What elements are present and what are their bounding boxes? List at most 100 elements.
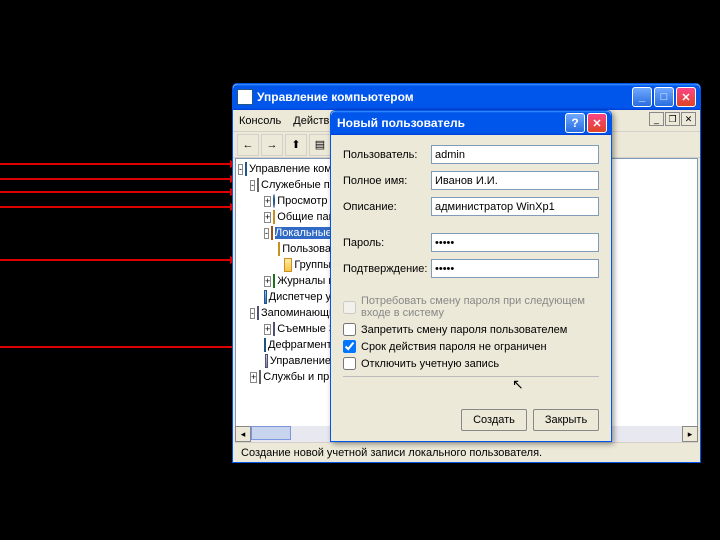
tree-item-label: Локальные [275, 227, 331, 239]
tree-item-label: Запоминающие [261, 307, 331, 319]
folder-icon [278, 242, 280, 256]
create-button[interactable]: Создать [461, 409, 527, 431]
statusbar: Создание новой учетной записи локального… [235, 442, 698, 462]
maximize-button[interactable]: □ [654, 87, 674, 107]
mdi-minimize[interactable]: _ [649, 112, 664, 126]
mdi-close[interactable]: ✕ [681, 112, 696, 126]
disk-icon [257, 306, 259, 320]
tree-item[interactable]: -Служебные про [236, 177, 331, 193]
window-title: Управление компьютером [257, 90, 632, 104]
neverexpires-row[interactable]: Срок действия пароля не ограничен [343, 340, 599, 353]
close-dlg-button[interactable]: Закрыть [533, 409, 599, 431]
confirm-label: Подтверждение: [343, 263, 431, 275]
expand-toggle[interactable]: + [264, 196, 271, 207]
cannotchange-row[interactable]: Запретить смену пароля пользователем [343, 323, 599, 336]
password-label: Пароль: [343, 237, 431, 249]
menu-action[interactable]: Действ [293, 115, 329, 127]
disabled-row[interactable]: Отключить учетную запись [343, 357, 599, 370]
tree-item-label: Съемные ЗУ [277, 323, 331, 335]
arrow-line [0, 259, 232, 261]
tree-panel[interactable]: -Управление компь-Служебные про+Просмотр… [236, 159, 331, 433]
scroll-right2[interactable]: ▸ [682, 426, 698, 442]
arrow-line [0, 163, 232, 165]
arrow-line [0, 206, 232, 208]
expand-toggle[interactable]: - [238, 164, 243, 175]
up-button[interactable]: ⬆ [285, 134, 307, 156]
tree-item[interactable]: Пользова [236, 241, 331, 257]
mdi-restore[interactable]: ❐ [665, 112, 680, 126]
book-icon [273, 274, 275, 288]
disabled-checkbox[interactable] [343, 357, 356, 370]
mag-icon [273, 194, 275, 208]
tree-item-label: Дефрагмент [268, 339, 331, 351]
tools-icon [257, 178, 259, 192]
tree-item[interactable]: Диспетчер у [236, 289, 331, 305]
scroll-thumb[interactable] [251, 426, 291, 440]
help-button[interactable]: ? [565, 113, 585, 133]
tree-item[interactable]: +Общие папк [236, 209, 331, 225]
tree-item-label: Журналы и [277, 275, 331, 287]
expand-toggle[interactable]: + [250, 372, 257, 383]
minimize-button[interactable]: _ [632, 87, 652, 107]
expand-toggle[interactable]: - [264, 228, 269, 239]
neverexpires-checkbox[interactable] [343, 340, 356, 353]
fullname-input[interactable] [431, 171, 599, 190]
tree-item[interactable]: Группы [236, 257, 331, 273]
expand-toggle[interactable]: + [264, 276, 271, 287]
tree-item-label: Служебные про [261, 179, 331, 191]
user-input[interactable] [431, 145, 599, 164]
tree-item[interactable]: Дефрагмент [236, 337, 331, 353]
separator [343, 376, 599, 377]
expand-toggle[interactable]: - [250, 308, 255, 319]
folder-icon [284, 258, 292, 272]
expand-toggle[interactable]: + [264, 212, 271, 223]
tree-item[interactable]: + Журналы и [236, 273, 331, 289]
disk-icon [273, 322, 275, 336]
tree-item[interactable]: + Съемные ЗУ [236, 321, 331, 337]
expand-toggle[interactable]: - [250, 180, 255, 191]
mustchange-row: Потребовать смену пароля при следующем в… [343, 295, 599, 319]
password-input[interactable] [431, 233, 599, 252]
close-button[interactable]: ✕ [676, 87, 696, 107]
tree-item-label: Просмотр со [277, 195, 331, 207]
arrow-line [0, 191, 232, 193]
tree-item[interactable]: -Управление компь [236, 161, 331, 177]
tree-item-label: Управление компь [249, 163, 331, 175]
users-icon [271, 226, 273, 240]
defrag-icon [264, 338, 266, 352]
tree-item-label: Управление [270, 355, 331, 367]
dialog-close-button[interactable]: ✕ [587, 113, 607, 133]
scroll-left[interactable]: ◂ [235, 426, 251, 442]
folder-icon [273, 210, 275, 224]
forward-button[interactable]: → [261, 134, 283, 156]
tree-item[interactable]: -Запоминающие [236, 305, 331, 321]
status-text: Создание новой учетной записи локального… [241, 447, 542, 459]
monitor-icon [264, 290, 266, 304]
desc-input[interactable] [431, 197, 599, 216]
disabled-label: Отключить учетную запись [361, 358, 499, 370]
tree-item[interactable]: Управление [236, 353, 331, 369]
dialog-titlebar[interactable]: Новый пользователь ? ✕ [331, 111, 611, 135]
tree-item[interactable]: + Просмотр со [236, 193, 331, 209]
expand-toggle[interactable]: + [264, 324, 271, 335]
tree-item[interactable]: -Локальные [236, 225, 331, 241]
back-button[interactable]: ← [237, 134, 259, 156]
menu-console[interactable]: Консоль [239, 115, 281, 127]
tree-item[interactable]: +Службы и прил [236, 369, 331, 385]
dialog-title: Новый пользователь [335, 116, 565, 130]
arrow-line [0, 178, 232, 180]
tree-item-label: Диспетчер у [269, 291, 331, 303]
properties-button[interactable]: ▤ [309, 134, 331, 156]
disk-icon [265, 354, 268, 368]
monitor-icon [245, 162, 247, 176]
cannotchange-checkbox[interactable] [343, 323, 356, 336]
confirm-input[interactable] [431, 259, 599, 278]
mmc-titlebar[interactable]: Управление компьютером _ □ ✕ [233, 84, 700, 110]
tree-item-label: Пользова [282, 243, 331, 255]
tree-item-label: Группы [294, 259, 331, 271]
mustchange-label: Потребовать смену пароля при следующем в… [361, 295, 599, 319]
app-icon [237, 89, 253, 105]
gear-icon [259, 370, 261, 384]
neverexpires-label: Срок действия пароля не ограничен [361, 341, 547, 353]
mustchange-checkbox [343, 301, 356, 314]
